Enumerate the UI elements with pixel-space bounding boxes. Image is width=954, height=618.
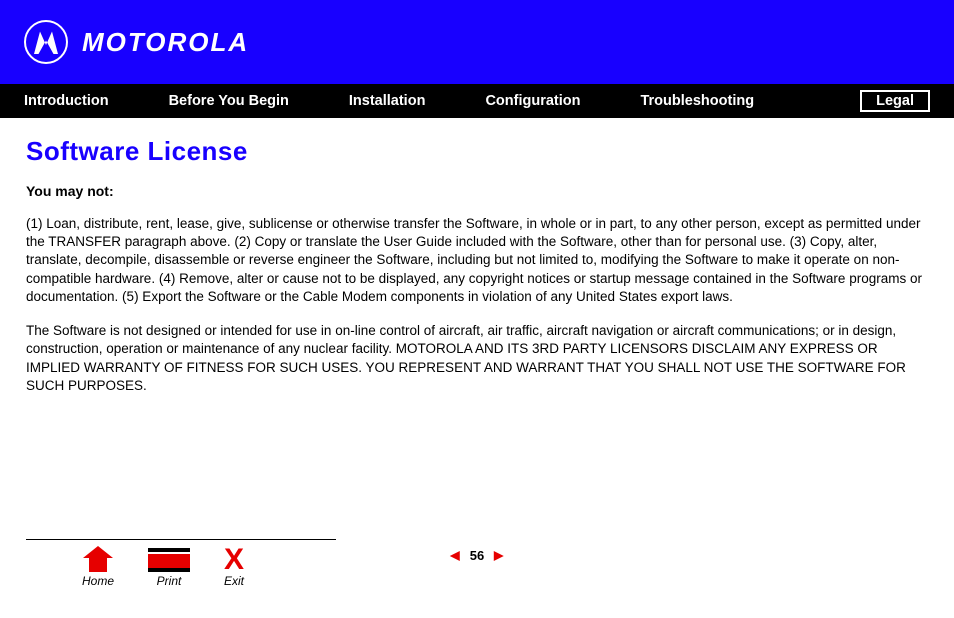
nav-before-you-begin[interactable]: Before You Begin [169, 93, 289, 109]
print-label: Print [157, 574, 182, 588]
home-icon [83, 546, 113, 572]
nav-installation[interactable]: Installation [349, 93, 426, 109]
restrictions-paragraph: (1) Loan, distribute, rent, lease, give,… [26, 215, 928, 306]
page-title: Software License [26, 136, 928, 167]
prev-page-icon[interactable] [450, 551, 460, 561]
footer-icons: Home Print X Exit [82, 546, 244, 588]
brand-wordmark: MOTOROLA [82, 27, 249, 58]
print-icon [148, 548, 190, 572]
footer-divider [26, 539, 336, 540]
header-bar: MOTOROLA [0, 0, 954, 84]
nav-configuration[interactable]: Configuration [485, 93, 580, 109]
exit-icon: X [224, 548, 244, 572]
page-content: Software License You may not: (1) Loan, … [0, 118, 954, 395]
exit-button[interactable]: X Exit [224, 548, 244, 588]
page-number: 56 [470, 548, 484, 563]
nav-introduction[interactable]: Introduction [24, 93, 109, 109]
footer: Home Print X Exit 56 [26, 539, 928, 588]
home-button[interactable]: Home [82, 546, 114, 588]
nav-items: Introduction Before You Begin Installati… [24, 93, 754, 109]
exit-label: Exit [224, 574, 244, 588]
nav-bar: Introduction Before You Begin Installati… [0, 84, 954, 118]
motorola-m-icon [24, 20, 68, 64]
nav-troubleshooting[interactable]: Troubleshooting [640, 93, 754, 109]
home-label: Home [82, 574, 114, 588]
footer-row: Home Print X Exit 56 [26, 546, 928, 588]
print-button[interactable]: Print [148, 548, 190, 588]
brand-logo: MOTOROLA [24, 20, 249, 64]
page-navigator: 56 [450, 548, 504, 563]
m-batwing-icon [31, 27, 61, 57]
next-page-icon[interactable] [494, 551, 504, 561]
nav-legal-active[interactable]: Legal [860, 90, 930, 112]
section-subhead: You may not: [26, 183, 928, 199]
disclaimer-paragraph: The Software is not designed or intended… [26, 322, 928, 395]
